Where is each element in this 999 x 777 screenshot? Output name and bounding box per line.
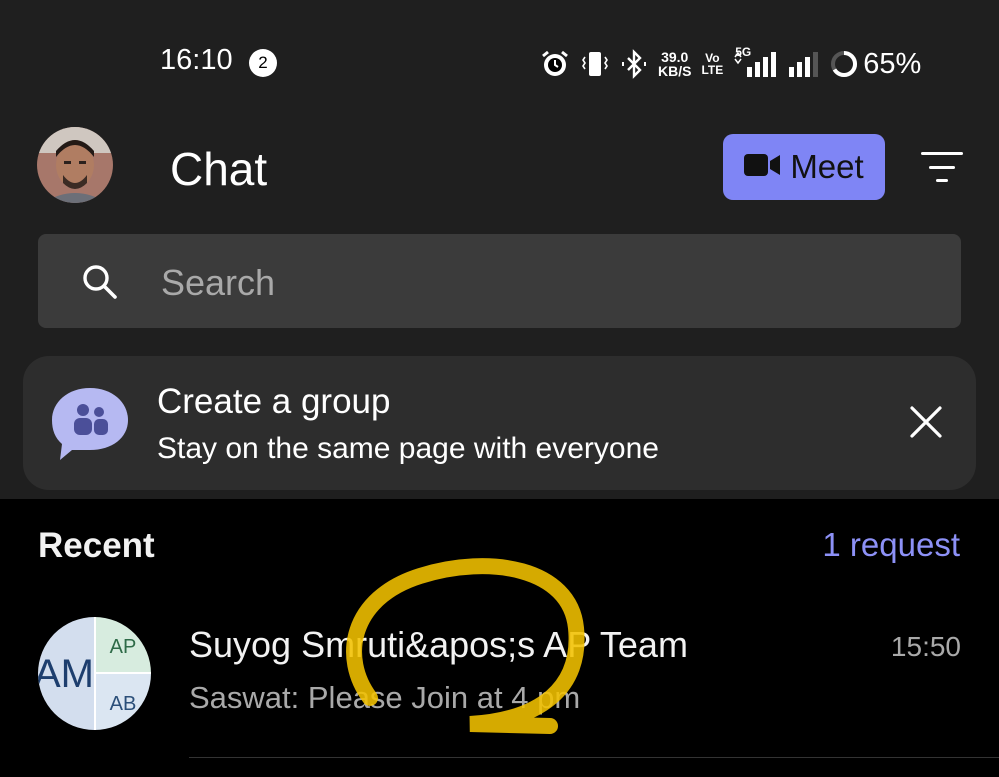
page-title: Chat	[170, 143, 268, 195]
list-divider	[189, 757, 999, 758]
vibrate-icon	[580, 49, 610, 79]
recent-section-label: Recent	[38, 526, 155, 565]
create-group-title: Create a group	[157, 382, 391, 421]
battery-icon: 65%	[829, 48, 921, 81]
filter-icon	[921, 152, 963, 182]
alarm-icon	[540, 49, 570, 79]
group-chat-icon	[50, 386, 130, 460]
group-avatar-initials-top: AP	[110, 636, 137, 658]
chat-time: 15:50	[890, 631, 961, 662]
filter-button[interactable]	[919, 148, 965, 188]
meet-label: Meet	[790, 148, 864, 185]
create-group-subtitle: Stay on the same page with everyone	[157, 432, 659, 465]
net-speed: 39.0 KB/S	[658, 50, 691, 78]
video-camera-icon	[744, 152, 781, 183]
signal-icon	[787, 49, 819, 79]
create-group-card[interactable]	[23, 356, 976, 490]
group-avatar-initials-main: AM	[38, 652, 94, 696]
volte-bottom: LTE	[701, 63, 724, 77]
group-avatar: AM AP AB	[38, 617, 151, 730]
meet-button[interactable]: Meet	[723, 134, 885, 200]
chat-name: Suyog Smruti&apos;s AP Team	[189, 624, 688, 665]
search-placeholder: Search	[161, 262, 276, 303]
search-icon	[80, 262, 120, 302]
group-avatar-initials-bottom: AB	[110, 693, 137, 715]
notification-badge: 2	[249, 49, 277, 77]
status-icons: 39.0 KB/S Vo LTE 5G 65%	[540, 44, 921, 84]
profile-avatar[interactable]	[37, 127, 113, 203]
volte-indicator: Vo LTE	[701, 52, 723, 76]
bluetooth-icon	[620, 49, 648, 79]
status-time: 16:10	[160, 44, 233, 76]
chat-preview: Saswat: Please Join at 4 pm	[189, 680, 581, 715]
close-icon[interactable]	[906, 402, 946, 442]
net-speed-value: 39.0	[661, 49, 689, 65]
signal-5g-icon: 5G	[733, 45, 777, 79]
request-link[interactable]: 1 request	[822, 526, 960, 564]
network-type: 5G	[735, 45, 752, 59]
battery-percent: 65%	[863, 47, 922, 80]
net-speed-unit: KB/S	[658, 63, 692, 79]
